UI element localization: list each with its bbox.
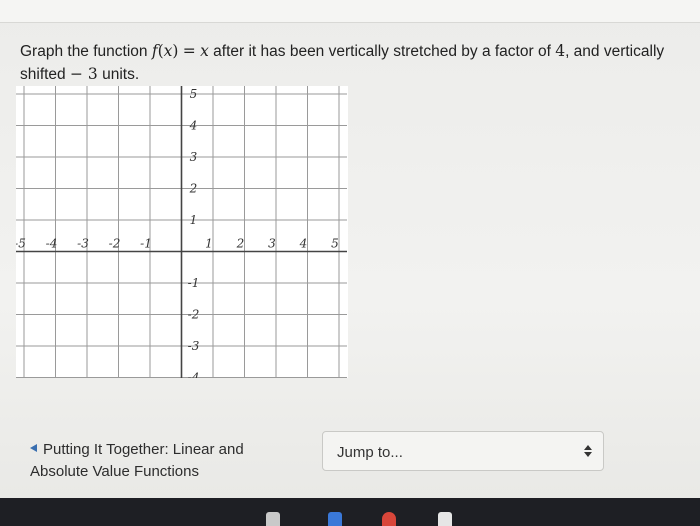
previous-section-label[interactable]: Putting It Together: Linear and Absolute… <box>30 441 244 480</box>
x-tick-label: 1 <box>205 237 213 251</box>
x-tick-label: -2 <box>109 237 121 251</box>
question-part-1: Graph the function <box>20 43 152 60</box>
y-tick-label: -1 <box>188 276 200 290</box>
graphing-grid[interactable]: -5 -4 -3 -2 -1 1 2 3 4 5 5 4 3 2 1 -1 -2 -3 -4 <box>14 86 348 385</box>
previous-section-link[interactable]: Putting It Together: Linear and Absolute… <box>30 439 290 483</box>
x-tick-label: -3 <box>77 237 89 251</box>
question-part-2: after it has been vertically stretched b… <box>208 43 556 60</box>
y-tick-label: 1 <box>190 213 198 227</box>
y-tick-label: -4 <box>188 371 200 379</box>
y-tick-label: 4 <box>189 119 198 133</box>
x-tick-label: 5 <box>331 237 339 251</box>
y-tick-label: 5 <box>190 87 198 101</box>
equals-sign: = <box>182 42 196 60</box>
left-arrow-icon <box>30 444 37 452</box>
y-tick-label: 3 <box>190 150 198 164</box>
x-tick-label: 3 <box>268 237 276 251</box>
function-value: x <box>200 42 209 60</box>
y-tick-label: -3 <box>188 339 200 353</box>
jump-to-label: Jump to... <box>337 444 403 461</box>
updown-caret-icon <box>584 445 592 457</box>
x-tick-label: 2 <box>236 237 245 251</box>
question-text: Graph the function f(x) = x after it has… <box>20 42 665 83</box>
taskbar-app-icon[interactable] <box>382 512 396 526</box>
x-tick-label: -5 <box>16 237 26 251</box>
taskbar-app-icon[interactable] <box>328 512 342 526</box>
shift-value: − 3 <box>69 65 98 83</box>
taskbar-app-icon[interactable] <box>438 512 452 526</box>
x-tick-label: -4 <box>46 237 58 251</box>
taskbar-app-icon[interactable] <box>266 512 280 526</box>
page-background: Graph the function f(x) = x after it has… <box>0 0 700 498</box>
stretch-factor: 4 <box>555 42 566 60</box>
taskbar <box>0 498 700 526</box>
x-tick-label: -1 <box>140 237 152 251</box>
y-tick-label: -2 <box>188 308 200 322</box>
top-strip <box>0 0 700 22</box>
y-tick-label: 2 <box>189 182 198 196</box>
top-divider <box>0 22 700 23</box>
x-tick-label: 4 <box>299 237 308 251</box>
question-part-4: units. <box>97 66 140 83</box>
jump-to-select[interactable]: Jump to... <box>322 431 604 471</box>
grid-canvas[interactable]: -5 -4 -3 -2 -1 1 2 3 4 5 5 4 3 2 1 -1 -2 -3 -4 <box>14 86 348 385</box>
